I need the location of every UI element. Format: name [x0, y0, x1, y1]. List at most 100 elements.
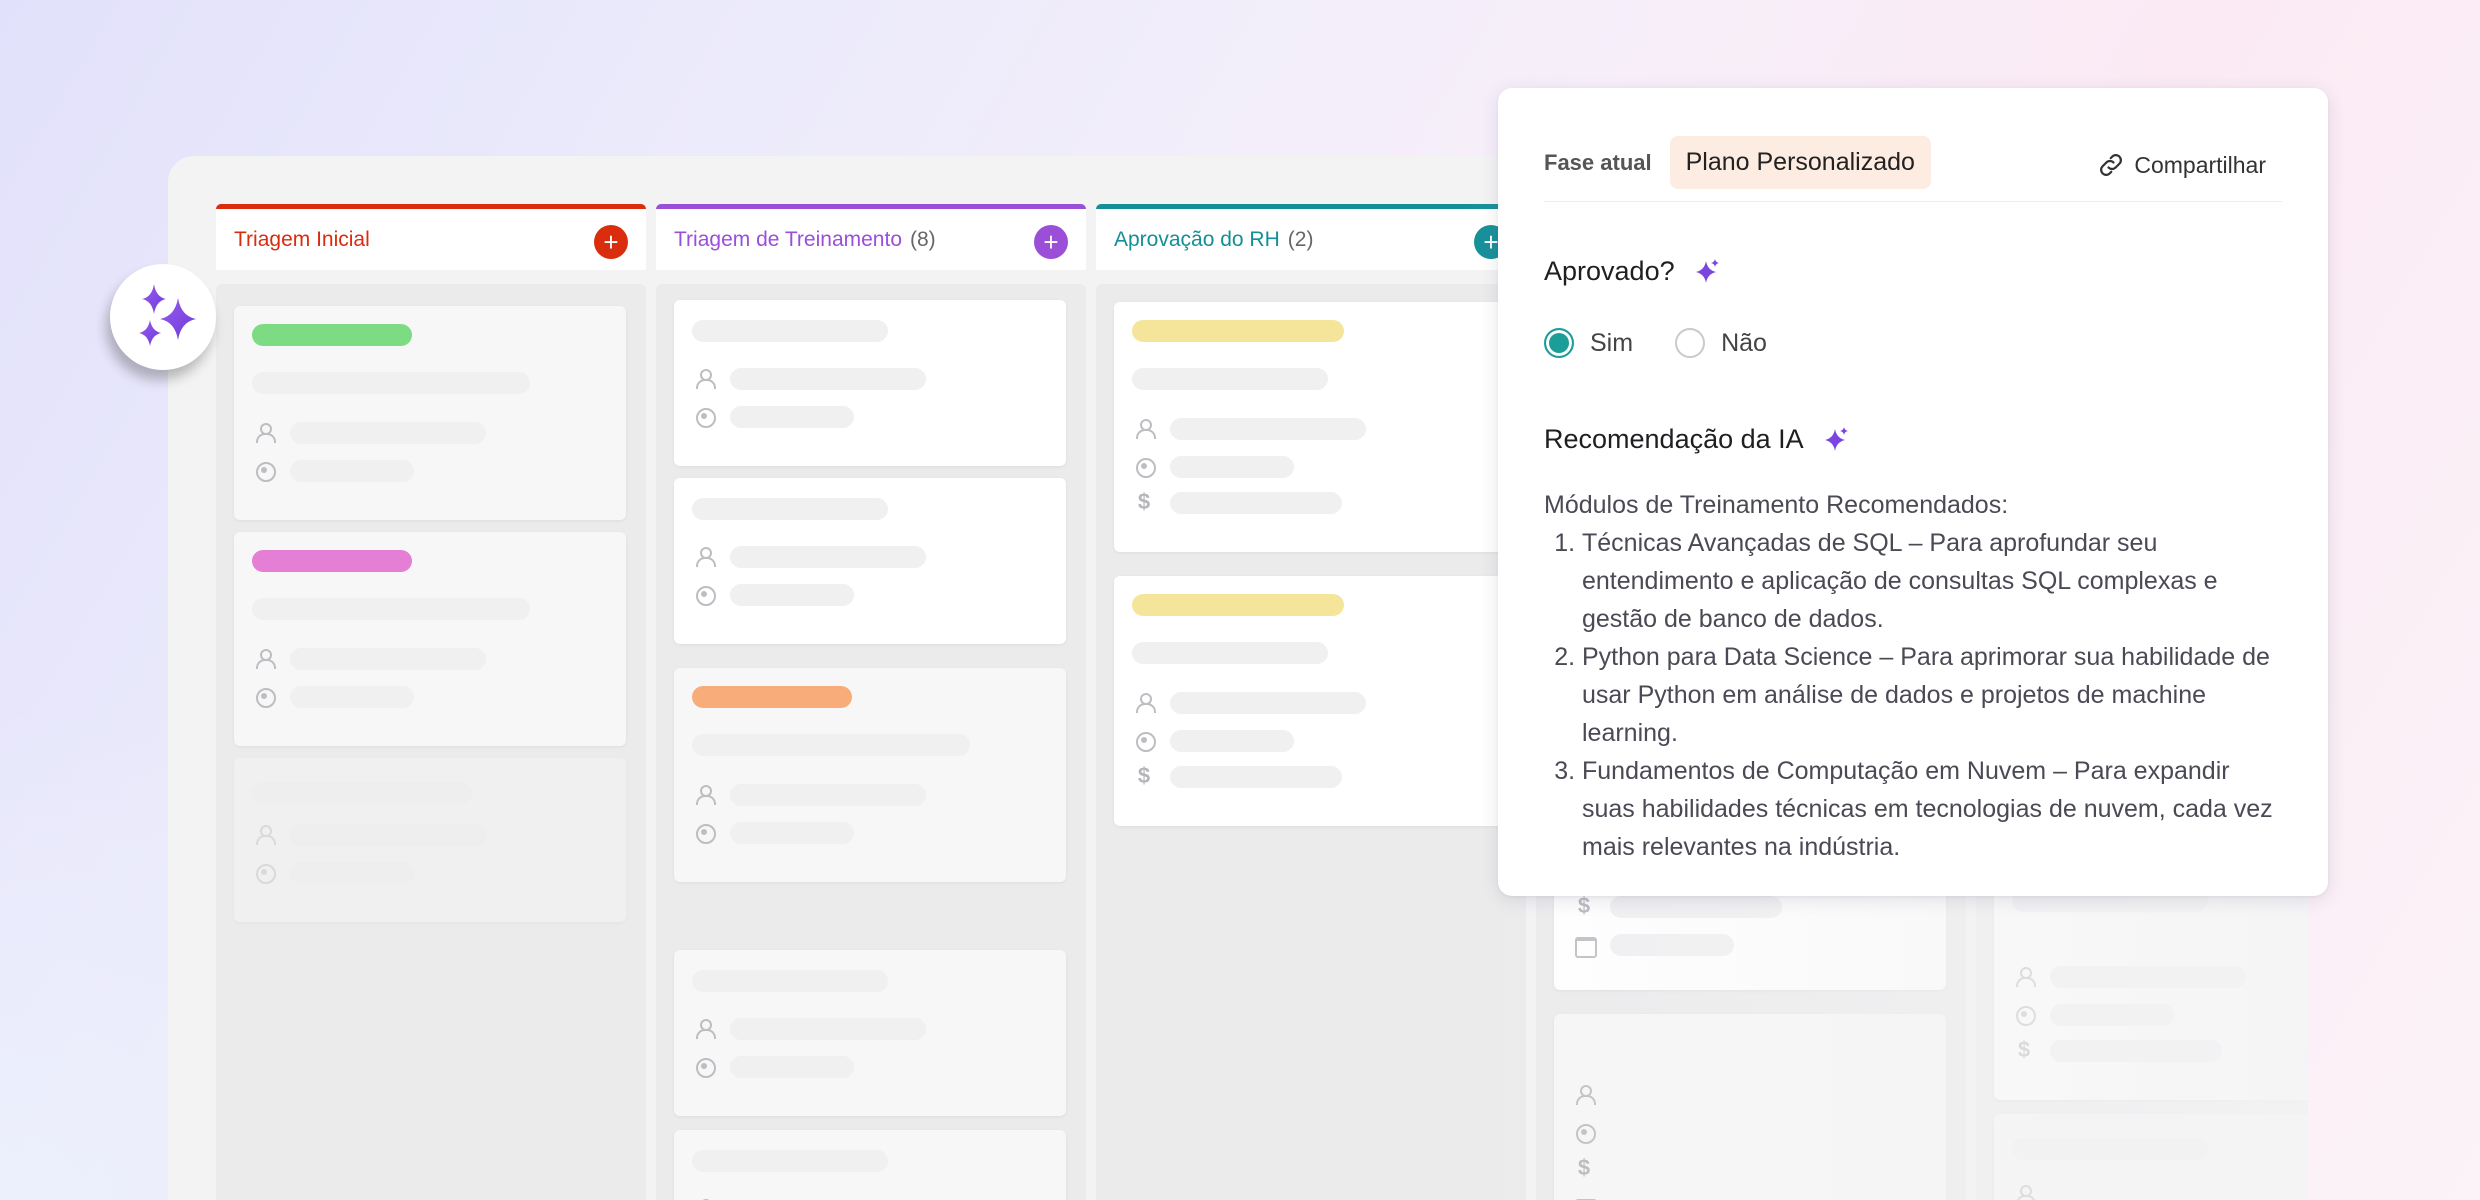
placeholder-line — [252, 598, 530, 620]
person-icon — [254, 824, 276, 845]
recommendation-intro: Módulos de Treinamento Recomendados: — [1544, 491, 2009, 519]
list-item: Python para Data Science – Para aprimora… — [1582, 638, 2284, 752]
column-count: (2) — [1287, 227, 1314, 251]
card[interactable] — [674, 478, 1066, 644]
add-card-button[interactable]: + — [1034, 225, 1068, 259]
radio-label: Não — [1721, 328, 1767, 357]
card[interactable] — [674, 1130, 1066, 1200]
placeholder-line — [2012, 1138, 2208, 1160]
card[interactable] — [234, 306, 626, 520]
column-header: Triagem de Treinamento (8) + — [656, 204, 1086, 270]
target-icon — [1574, 1122, 1596, 1144]
radio-label: Sim — [1590, 328, 1634, 357]
card-tag — [1132, 320, 1344, 342]
placeholder-line — [290, 686, 414, 708]
card[interactable]: $ — [1554, 1014, 1946, 1200]
target-icon — [1134, 730, 1156, 752]
card-tag — [252, 550, 412, 572]
placeholder-line — [692, 734, 970, 756]
person-icon — [1134, 418, 1156, 439]
approved-label: Aprovado? — [1544, 256, 1675, 286]
column-title: Aprovação do RH — [1114, 227, 1280, 251]
card[interactable] — [234, 532, 626, 746]
phase-value-badge: Plano Personalizado — [1669, 136, 1931, 189]
target-icon — [254, 862, 276, 884]
placeholder-line — [252, 782, 472, 804]
placeholder-line — [2050, 1004, 2174, 1026]
card[interactable] — [234, 758, 626, 922]
placeholder-line — [1610, 896, 1782, 918]
column-title: Triagem Inicial — [234, 227, 370, 251]
card-tag — [692, 686, 852, 708]
sparkles-icon — [1695, 258, 1719, 283]
placeholder-line — [290, 460, 414, 482]
placeholder-line — [730, 546, 926, 568]
person-icon — [694, 546, 716, 567]
recommendation-label: Recomendação da IA — [1544, 424, 1804, 454]
calendar-icon — [1574, 934, 1597, 958]
column-triagem-treinamento: Triagem de Treinamento (8) + — [656, 204, 1086, 1200]
radio-option-nao[interactable]: Não — [1675, 328, 1767, 358]
ai-recommendation-text: Módulos de Treinamento Recomendados: Téc… — [1544, 486, 2284, 866]
person-icon — [2014, 1184, 2036, 1200]
panel-header: Fase atual Plano Personalizado Compartil… — [1544, 128, 2282, 202]
column-count: (8) — [910, 227, 936, 251]
placeholder-line — [1170, 766, 1342, 788]
placeholder-line — [692, 1150, 888, 1172]
column-header: Triagem Inicial + — [216, 204, 646, 270]
target-icon — [694, 1056, 716, 1078]
recommendation-list: Técnicas Avançadas de SQL – Para aprofun… — [1582, 524, 2284, 866]
radio-button[interactable] — [1675, 328, 1706, 358]
placeholder-line — [692, 970, 888, 992]
placeholder-line — [730, 406, 854, 428]
placeholder-line — [1170, 692, 1366, 714]
person-icon — [254, 422, 276, 443]
add-card-button[interactable]: + — [594, 225, 628, 259]
dollar-icon: $ — [1137, 489, 1151, 514]
column-body — [216, 284, 646, 1200]
placeholder-line — [1170, 492, 1342, 514]
placeholder-line — [1610, 934, 1734, 956]
person-icon — [254, 648, 276, 669]
person-icon — [694, 784, 716, 805]
person-icon — [2014, 966, 2036, 987]
ai-assistant-button[interactable] — [110, 264, 216, 370]
radio-button-selected[interactable] — [1544, 328, 1574, 358]
card[interactable]: $ — [1114, 576, 1506, 826]
placeholder-line — [1170, 730, 1294, 752]
card[interactable] — [1994, 1114, 2308, 1200]
placeholder-line — [730, 822, 854, 844]
column-title: Triagem de Treinamento — [674, 227, 902, 251]
share-button[interactable]: Compartilhar — [2096, 140, 2266, 190]
column-aprovacao-rh: Aprovação do RH (2) + $ $ — [1096, 204, 1526, 1200]
placeholder-line — [1170, 418, 1366, 440]
placeholder-line — [730, 584, 854, 606]
target-icon — [694, 822, 716, 844]
placeholder-line — [1132, 368, 1328, 390]
phase-label: Fase atual — [1544, 150, 1652, 175]
approved-radio-group: Sim Não — [1544, 328, 1809, 358]
person-icon — [694, 368, 716, 389]
column-body: $ $ — [1096, 284, 1526, 1200]
placeholder-line — [290, 862, 414, 884]
placeholder-line — [692, 498, 888, 520]
card[interactable] — [674, 300, 1066, 466]
person-icon — [1574, 1084, 1596, 1105]
person-icon — [1134, 692, 1156, 713]
approved-question: Aprovado? — [1544, 256, 1721, 287]
dollar-icon: $ — [1137, 763, 1151, 788]
sparkles-icon — [139, 284, 196, 346]
radio-option-sim[interactable]: Sim — [1544, 328, 1633, 358]
dollar-icon: $ — [1577, 1155, 1591, 1180]
card[interactable] — [674, 950, 1066, 1116]
phase-detail-panel: Fase atual Plano Personalizado Compartil… — [1498, 88, 2328, 896]
column-body — [656, 284, 1086, 1200]
target-icon — [2014, 1004, 2036, 1026]
card[interactable]: $ — [1114, 302, 1506, 552]
target-icon — [694, 406, 716, 428]
list-item: Técnicas Avançadas de SQL – Para aprofun… — [1582, 524, 2284, 638]
dollar-icon: $ — [2017, 1037, 2031, 1062]
card[interactable] — [674, 668, 1066, 882]
placeholder-line — [290, 648, 486, 670]
person-icon — [694, 1018, 716, 1039]
